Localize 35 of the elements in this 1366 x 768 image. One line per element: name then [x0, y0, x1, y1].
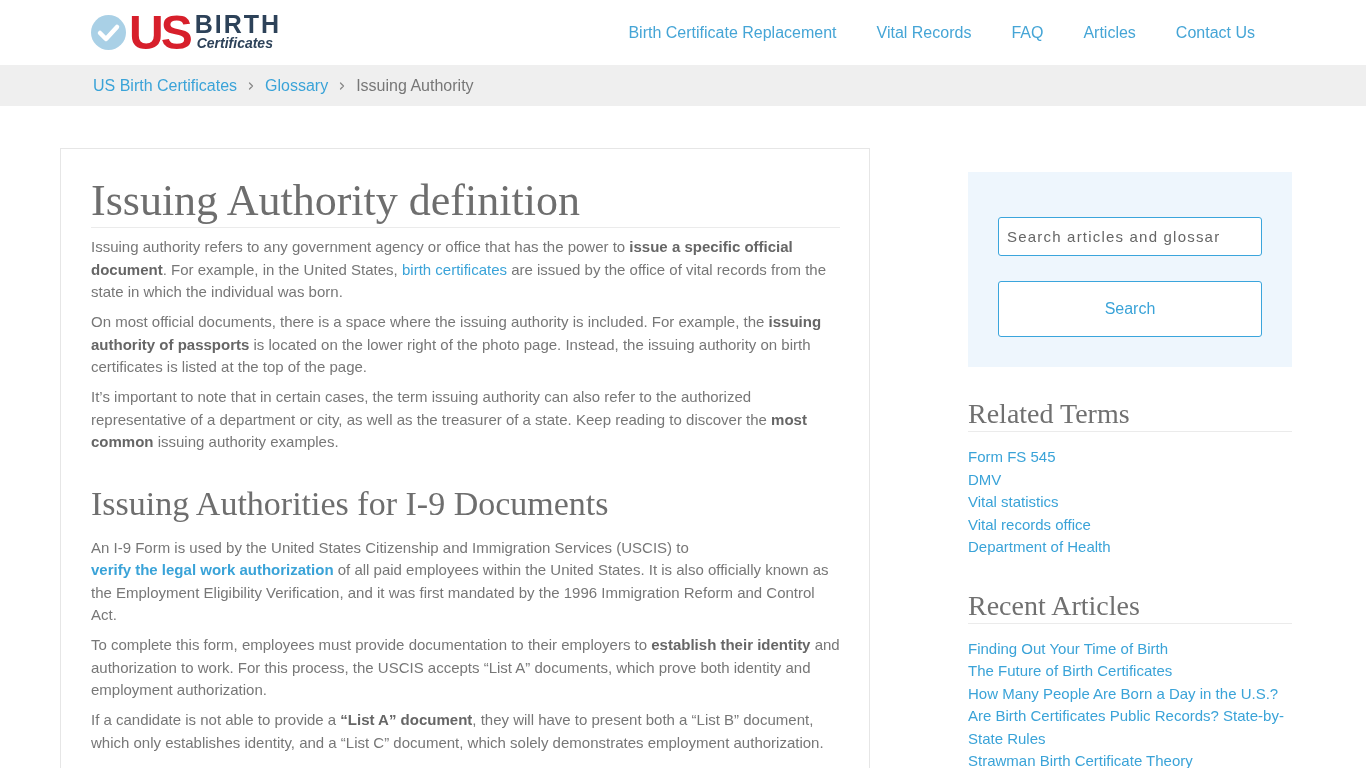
paragraph: Issuing authority refers to any government agency or office that has the power to issue a specific official document. For example, in the United States, birth certificates are issued by the office of vital records from the state in which the individual was born.	[91, 237, 828, 302]
related-term-link[interactable]: Form FS 545	[968, 446, 1056, 469]
check-circle-icon[interactable]	[91, 15, 126, 50]
paragraph: On most official documents, there is a space where the issuing authority is included. For example, the issuing authority of passports is located on the lower right of the photo page. Instead, the issuing authority on birth certificates is listed at the top of the page.	[91, 312, 823, 377]
article-title: Issuing Authority definition	[91, 175, 840, 228]
article-link[interactable]: How Many People Are Born a Day in the U.S.?	[968, 682, 1279, 705]
text-link[interactable]: verify the legal work authorization	[91, 561, 334, 578]
breadcrumb-link[interactable]: Glossary	[265, 75, 329, 96]
logo-wordmark[interactable]: BIRTH	[194, 13, 282, 35]
search-button[interactable]: Search	[998, 281, 1262, 337]
article-link[interactable]: Are Birth Certificates Public Records? State-by-State Rules	[968, 705, 1292, 750]
nav-link[interactable]: Contact Us	[1175, 22, 1255, 43]
article-link[interactable]: The Future of Birth Certificates	[968, 660, 1173, 683]
nav-link[interactable]: FAQ	[1011, 22, 1044, 43]
section-heading: Related Terms	[968, 397, 1292, 432]
related-term-link[interactable]: Vital statistics	[968, 491, 1059, 514]
paragraph: If a candidate is not able to provide a “List A” document, they will have to present both a “List B” document, which only establishes identity, and a “List C” document, which solely demonstrates employment authorization.	[91, 710, 825, 753]
logo-tagline[interactable]: Certificates	[196, 35, 273, 52]
text-link[interactable]: birth certificates	[401, 260, 507, 278]
article-link[interactable]: Finding Out Your Time of Birth	[968, 637, 1169, 660]
section-heading: Recent Articles	[968, 588, 1292, 624]
search-field[interactable]: Search articles and glossar	[998, 217, 1262, 256]
nav-link[interactable]: Vital Records	[876, 22, 972, 43]
section-heading: Issuing Authorities for I-9 Documents	[91, 483, 610, 524]
nav-link[interactable]: Birth Certificate Replacement	[628, 22, 837, 43]
nav-link[interactable]: Articles	[1083, 22, 1136, 43]
related-term-link[interactable]: DMV	[968, 468, 1002, 491]
paragraph: It’s important to note that in certain cases, the term issuing authority can also refer to the authorized representative of a department or city, as well as the treasurer of a state. Keep reading to discover the most common issuing authority examples.	[91, 387, 808, 452]
logo-mark[interactable]: US	[129, 12, 190, 53]
breadcrumb-link[interactable]: US Birth Certificates	[93, 75, 238, 96]
paragraph: To complete this form, employees must provide documentation to their employers to establish their identity and authorization to work. For this process, the USCIS accepts “List A” documents, which prove both identity and employment authorization.	[91, 635, 840, 700]
related-term-link[interactable]: Vital records office	[968, 513, 1091, 536]
related-term-link[interactable]: Department of Health	[968, 536, 1111, 559]
breadcrumb-current: Issuing Authority	[356, 75, 474, 96]
paragraph: An I-9 Form is used by the United States Citizenship and Immigration Services (USCIS) to verify the legal work authorization of all paid employees within the United States. It is also officially known as the Employment Eligibility Verification, and it was first mandated by the 1996 Immigration Reform and Control Act.	[91, 537, 830, 625]
